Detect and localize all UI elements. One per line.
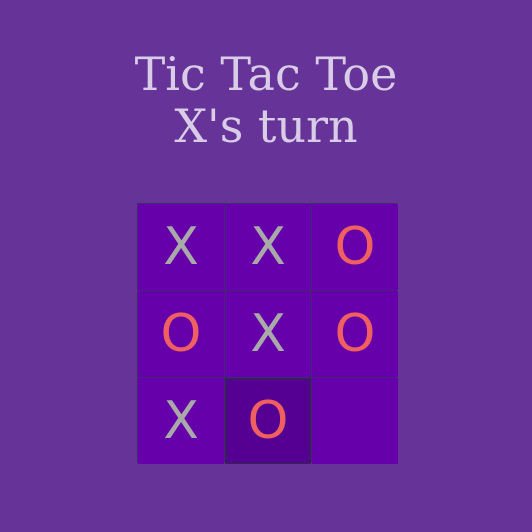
cell-r1-c1[interactable]: X	[225, 291, 311, 377]
cell-r1-c0[interactable]: O	[138, 291, 224, 377]
cell-r0-c0[interactable]: X	[138, 204, 224, 290]
cell-r2-c1[interactable]: O	[225, 378, 311, 464]
cell-r0-c2[interactable]: O	[312, 204, 398, 290]
cell-r0-c1[interactable]: X	[225, 204, 311, 290]
header: Tic Tac Toe X's turn	[0, 48, 532, 152]
turn-status: X's turn	[174, 99, 358, 153]
cell-r2-c0[interactable]: X	[138, 378, 224, 464]
cell-r1-c2[interactable]: O	[312, 291, 398, 377]
cell-r2-c2[interactable]	[312, 378, 398, 464]
game-board: X X O O X O X O	[137, 203, 398, 464]
game-title: Tic Tac Toe	[134, 47, 398, 101]
game-screen: Tic Tac Toe X's turn X X O O X O X O	[0, 0, 532, 532]
